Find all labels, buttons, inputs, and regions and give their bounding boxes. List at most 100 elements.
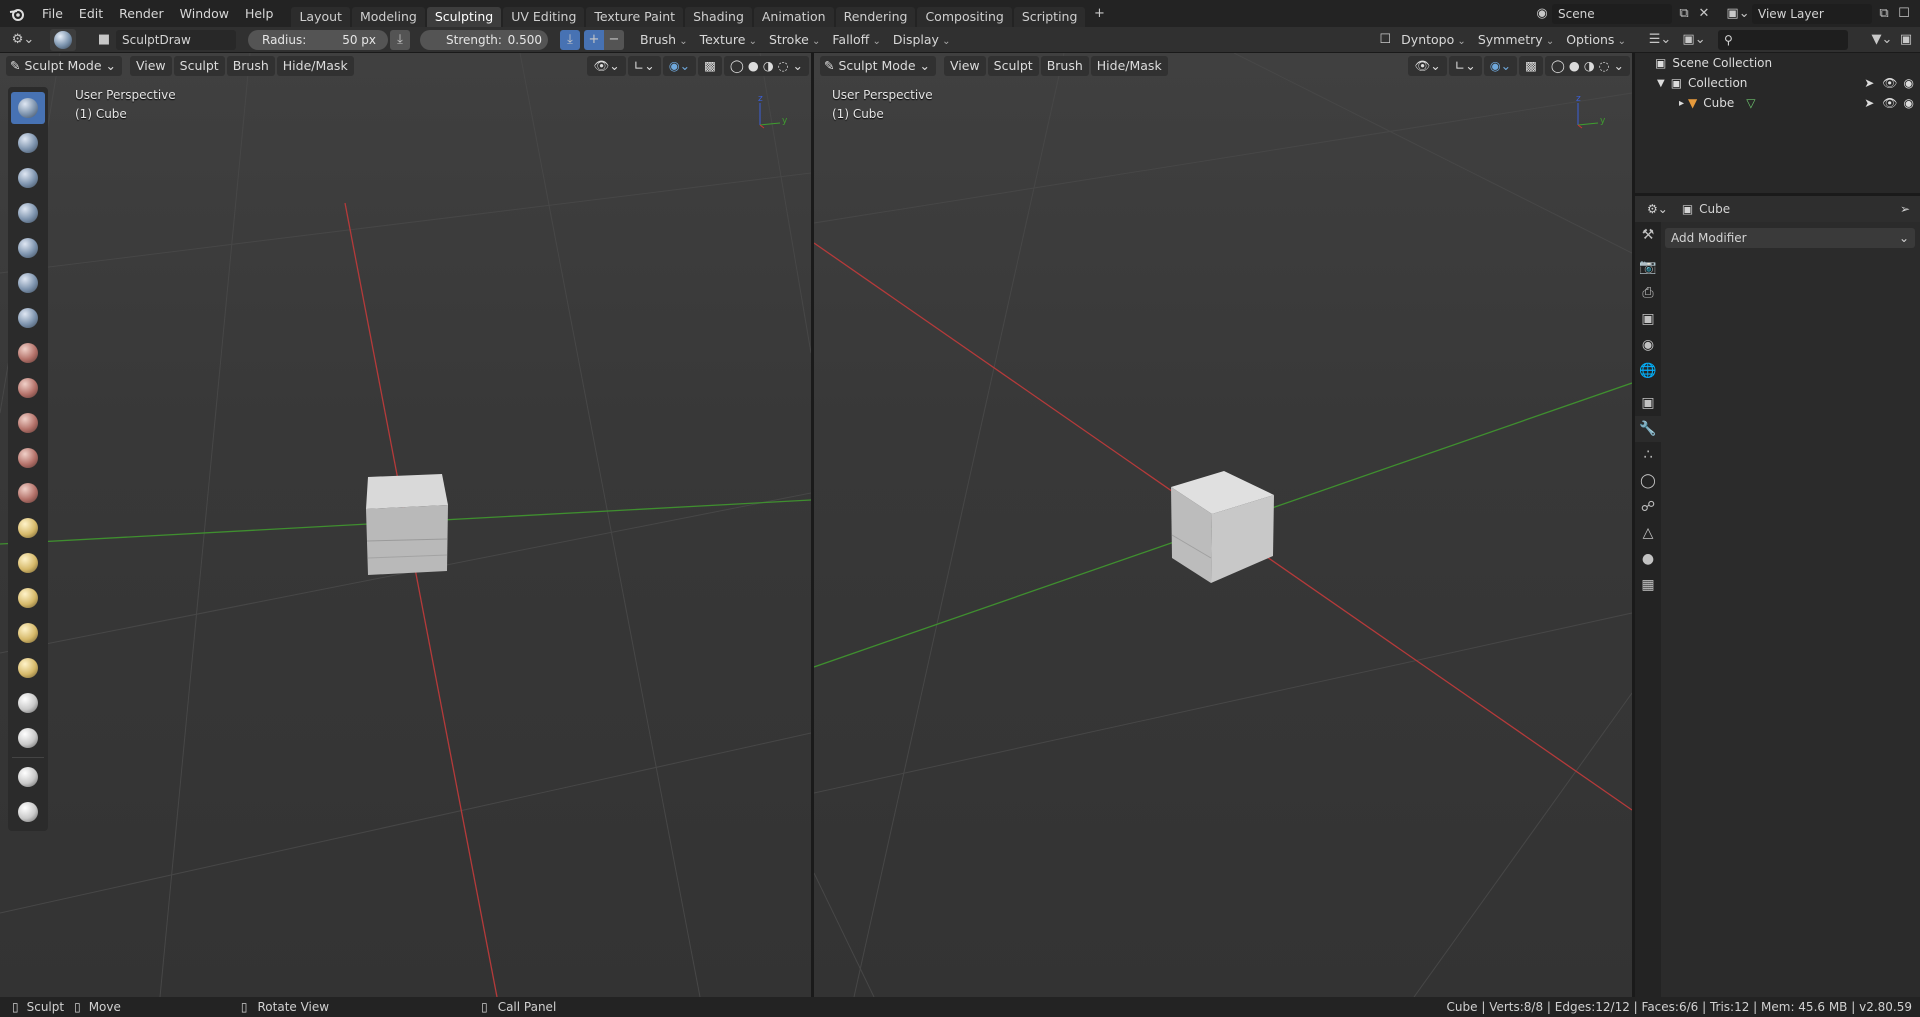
- editor-type-icon[interactable]: ⚙⌄: [8, 30, 38, 50]
- viewport-menu-brush[interactable]: Brush: [1040, 56, 1089, 76]
- brush-dropdown[interactable]: Brush: [634, 29, 694, 51]
- mode-dropdown-left[interactable]: ✎ Sculpt Mode ⌄: [6, 56, 122, 76]
- box-mask-icon[interactable]: [11, 761, 45, 793]
- radius-slider[interactable]: Radius: 50 px: [248, 29, 388, 50]
- scene-collection-row[interactable]: ▣ Scene Collection: [1635, 53, 1920, 73]
- shading-modes-icon[interactable]: ◯ ● ◑ ◌ ⌄: [723, 56, 809, 76]
- fake-user-icon[interactable]: ■: [94, 30, 114, 50]
- view-layer-icon[interactable]: ▣: [1635, 306, 1661, 332]
- fill-brush-icon[interactable]: [11, 442, 45, 474]
- viewport-menu-view[interactable]: View: [943, 56, 986, 76]
- world-icon[interactable]: 🌐: [1635, 358, 1661, 384]
- snake-hook-brush-icon[interactable]: [11, 582, 45, 614]
- viewport-menu-brush[interactable]: Brush: [226, 56, 275, 76]
- add-workspace-icon[interactable]: +: [1089, 4, 1109, 24]
- clay-strips-brush-icon[interactable]: [11, 197, 45, 229]
- add-direction-icon[interactable]: +: [584, 29, 604, 50]
- rotate-brush-icon[interactable]: [11, 687, 45, 719]
- draw-brush-icon[interactable]: [11, 92, 45, 124]
- pinch-brush-icon[interactable]: [11, 512, 45, 544]
- scene-icon[interactable]: ◉: [1532, 4, 1552, 24]
- view-layer-field[interactable]: View Layer: [1752, 3, 1872, 24]
- eye-icon[interactable]: 👁: [1882, 96, 1897, 110]
- select-arrow-icon[interactable]: ➤: [1864, 76, 1874, 90]
- outliner-editor-type-icon[interactable]: ☰⌄: [1646, 30, 1674, 50]
- subtract-direction-icon[interactable]: −: [604, 29, 624, 50]
- stroke-dropdown[interactable]: Stroke: [763, 29, 826, 51]
- view-layer-icon[interactable]: ▣⌄: [1724, 4, 1752, 24]
- menu-help[interactable]: Help: [237, 0, 282, 27]
- camera-icon[interactable]: ◉: [1904, 96, 1914, 110]
- texture-icon[interactable]: ▦: [1635, 572, 1661, 598]
- outliner-search-input[interactable]: ⚲: [1718, 29, 1848, 50]
- constraints-icon[interactable]: ☍: [1635, 494, 1661, 520]
- layer-brush-icon[interactable]: [11, 232, 45, 264]
- strength-slider[interactable]: Strength: 0.500: [420, 29, 548, 50]
- collection-row[interactable]: ▼ ▣ Collection ➤ 👁 ◉: [1635, 73, 1920, 93]
- tab-rendering[interactable]: Rendering: [835, 7, 916, 27]
- material-icon[interactable]: ●: [1635, 546, 1661, 572]
- tab-animation[interactable]: Animation: [753, 7, 834, 27]
- viewport-menu-hide-mask[interactable]: Hide/Mask: [1090, 56, 1168, 76]
- physics-icon[interactable]: ◯: [1635, 468, 1661, 494]
- filter-icon[interactable]: ▼⌄: [1868, 30, 1896, 50]
- display-dropdown[interactable]: Display: [887, 29, 957, 51]
- grab-brush-icon[interactable]: [11, 547, 45, 579]
- axis-gizmo-right[interactable]: z y: [1568, 93, 1608, 133]
- tab-scripting[interactable]: Scripting: [1013, 7, 1086, 27]
- pin-icon[interactable]: ➢: [1900, 202, 1910, 216]
- brush-name-field[interactable]: SculptDraw: [116, 29, 236, 50]
- viewport-right[interactable]: ✎ Sculpt Mode ⌄ View Sculpt Brush Hide/Mask…: [814, 53, 1632, 997]
- select-arrow-icon[interactable]: ➤: [1864, 96, 1874, 110]
- xray-toggle-icon[interactable]: ▩: [1519, 56, 1543, 76]
- viewport-menu-hide-mask[interactable]: Hide/Mask: [276, 56, 354, 76]
- crease-brush-icon[interactable]: [11, 337, 45, 369]
- blob-brush-icon[interactable]: [11, 302, 45, 334]
- expand-arrow-icon[interactable]: ▸: [1679, 98, 1684, 109]
- dyntopo-dropdown[interactable]: Dyntopo: [1395, 29, 1472, 51]
- mode-dropdown-right[interactable]: ✎ Sculpt Mode ⌄: [820, 56, 936, 76]
- brush-preview-icon[interactable]: [50, 28, 76, 51]
- viewport-menu-view[interactable]: View: [129, 56, 172, 76]
- symmetry-dropdown[interactable]: Symmetry: [1472, 29, 1560, 51]
- viewport-visibility-icon[interactable]: 👁⌄: [1408, 56, 1447, 76]
- cube-row[interactable]: ▸ ▼ Cube ▽ ➤ 👁 ◉: [1635, 93, 1920, 113]
- expand-arrow-icon[interactable]: ▼: [1657, 78, 1665, 89]
- clay-brush-icon[interactable]: [11, 162, 45, 194]
- scene-name-field[interactable]: Scene: [1552, 3, 1672, 24]
- flatten-brush-icon[interactable]: [11, 407, 45, 439]
- axis-gizmo-left[interactable]: z y: [750, 93, 790, 133]
- output-icon[interactable]: ⎙: [1635, 280, 1661, 306]
- tab-texture-paint[interactable]: Texture Paint: [586, 7, 684, 27]
- viewport-menu-sculpt[interactable]: Sculpt: [987, 56, 1039, 76]
- new-collection-icon[interactable]: ▣: [1896, 30, 1916, 50]
- falloff-dropdown[interactable]: Falloff: [826, 29, 886, 51]
- scrape-brush-icon[interactable]: [11, 477, 45, 509]
- menu-render[interactable]: Render: [111, 0, 172, 27]
- tab-layout[interactable]: Layout: [291, 7, 350, 27]
- viewport-left[interactable]: ✎ Sculpt Mode ⌄ View Sculpt Brush Hide/Mask…: [0, 53, 811, 997]
- gizmo-toggle-icon[interactable]: ◉⌄: [1483, 56, 1518, 76]
- tab-compositing[interactable]: Compositing: [917, 7, 1012, 27]
- add-modifier-dropdown[interactable]: Add Modifier ⌄: [1665, 228, 1915, 248]
- object-data-icon[interactable]: △: [1635, 520, 1661, 546]
- eye-icon[interactable]: 👁: [1882, 76, 1897, 90]
- thumb-brush-icon[interactable]: [11, 617, 45, 649]
- menu-edit[interactable]: Edit: [71, 0, 111, 27]
- transform-orientation-icon[interactable]: ∟⌄: [627, 56, 661, 76]
- viewport-visibility-icon[interactable]: 👁⌄: [587, 56, 626, 76]
- gizmo-toggle-icon[interactable]: ◉⌄: [662, 56, 697, 76]
- menu-window[interactable]: Window: [172, 0, 237, 27]
- dyntopo-checkbox[interactable]: ☐: [1375, 30, 1395, 50]
- shading-modes-icon[interactable]: ◯ ● ◑ ◌ ⌄: [1544, 56, 1630, 76]
- modifier-wrench-icon[interactable]: 🔧: [1635, 416, 1661, 442]
- options-dropdown[interactable]: Options: [1560, 29, 1632, 51]
- delete-scene-icon[interactable]: ✕: [1694, 4, 1714, 24]
- inflate-brush-icon[interactable]: [11, 267, 45, 299]
- tab-shading[interactable]: Shading: [685, 7, 752, 27]
- transform-orientation-icon[interactable]: ∟⌄: [1448, 56, 1482, 76]
- draw-sharp-brush-icon[interactable]: [11, 127, 45, 159]
- smooth-brush-icon[interactable]: [11, 372, 45, 404]
- simplify-brush-icon[interactable]: [11, 722, 45, 754]
- tab-modeling[interactable]: Modeling: [351, 7, 425, 27]
